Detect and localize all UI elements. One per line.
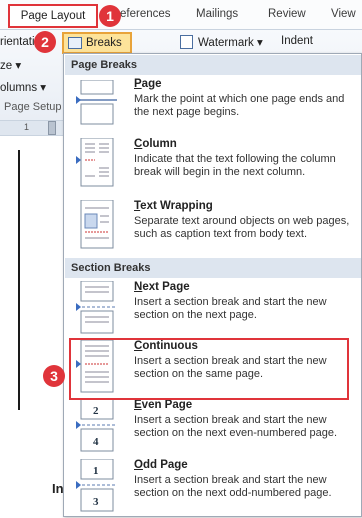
- odd-page-title: Odd Page: [134, 459, 188, 471]
- step-marker-2: 2: [34, 31, 56, 53]
- svg-text:1: 1: [93, 465, 99, 477]
- section-header-section-breaks: Section Breaks: [65, 258, 361, 278]
- svg-text:3: 3: [93, 496, 99, 508]
- tab-view[interactable]: View: [331, 8, 356, 20]
- breaks-button[interactable]: Breaks ▾: [62, 32, 132, 67]
- even-page-icon: 2 4: [76, 399, 117, 452]
- menu-item-column[interactable]: Column Indicate that the text following …: [65, 138, 361, 190]
- page-break-icon: [76, 80, 117, 125]
- watermark-button[interactable]: Watermark ▾: [180, 35, 263, 49]
- page-description: Mark the point at which one page ends an…: [134, 93, 345, 118]
- text-wrapping-description: Separate text around objects on web page…: [134, 215, 350, 240]
- menu-item-page[interactable]: Page Mark the point at which one page en…: [65, 78, 361, 128]
- menu-item-next-page[interactable]: Next Page Insert a section break and sta…: [65, 281, 361, 337]
- step-marker-1: 1: [99, 5, 121, 27]
- watermark-icon: [180, 35, 193, 49]
- menu-item-text-wrapping[interactable]: Text Wrapping Separate text around objec…: [65, 200, 361, 252]
- menu-item-odd-page[interactable]: 1 3 Odd Page Insert a section break and …: [65, 459, 361, 515]
- ruler-mark: 1: [24, 122, 30, 132]
- tab-page-layout[interactable]: Page Layout: [8, 4, 98, 28]
- page-setup-group-label: Page Setup: [0, 97, 64, 117]
- text-wrapping-title: Text Wrapping: [134, 200, 213, 212]
- even-page-description: Insert a section break and start the new…: [134, 414, 338, 439]
- indent-label: Indent: [281, 35, 313, 47]
- next-page-icon: [76, 281, 117, 334]
- svg-text:2: 2: [93, 405, 99, 417]
- columns-button[interactable]: olumns ▾: [0, 80, 46, 94]
- svg-text:4: 4: [93, 436, 99, 448]
- tab-references[interactable]: eferences: [120, 8, 171, 20]
- next-page-title: Next Page: [134, 281, 190, 293]
- continuous-highlight-box: [69, 338, 349, 400]
- document-area[interactable]: [0, 136, 64, 518]
- page-title: Page: [134, 78, 162, 90]
- column-description: Indicate that the text following the col…: [134, 153, 336, 178]
- cursor-bar: [18, 150, 20, 410]
- odd-page-icon: 1 3: [76, 459, 117, 512]
- size-button[interactable]: ze ▾: [0, 58, 21, 72]
- column-title: Column: [134, 138, 177, 150]
- next-page-description: Insert a section break and start the new…: [134, 296, 327, 321]
- step-marker-3: 3: [43, 365, 65, 387]
- section-header-page-breaks: Page Breaks: [65, 55, 361, 75]
- even-page-title: Even Page: [134, 399, 193, 411]
- ribbon-tab-bar: Page Layout eferences Mailings Review Vi…: [0, 0, 362, 30]
- indent-marker-icon[interactable]: [48, 121, 56, 135]
- menu-item-even-page[interactable]: 2 4 Even Page Insert a section break and…: [65, 399, 361, 455]
- breaks-dropdown-menu: Page Breaks Page Mark the point at which…: [63, 53, 362, 517]
- text-wrapping-icon: [80, 200, 114, 249]
- tab-review[interactable]: Review: [268, 8, 306, 20]
- column-break-icon: [76, 138, 114, 187]
- tab-mailings[interactable]: Mailings: [196, 8, 238, 20]
- document-text: In: [52, 481, 64, 496]
- watermark-label: Watermark ▾: [198, 37, 263, 49]
- odd-page-description: Insert a section break and start the new…: [134, 474, 332, 499]
- breaks-icon: [68, 37, 82, 49]
- horizontal-ruler[interactable]: 1: [0, 120, 64, 136]
